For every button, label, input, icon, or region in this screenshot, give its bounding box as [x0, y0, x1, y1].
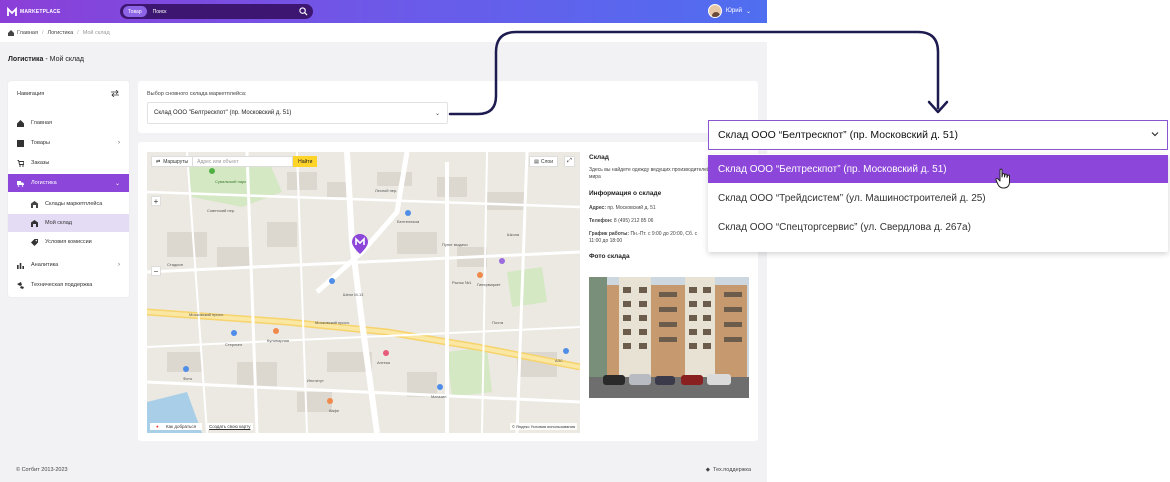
warehouse-dropdown[interactable]: Склад ООО “Белтрескпот” (пр. Московский … [708, 120, 1168, 150]
hand-cursor-icon [995, 168, 1010, 189]
warehouse-dropdown-value: Склад ООО “Белтрескпот” (пр. Московский … [718, 129, 959, 141]
dropdown-option[interactable]: Склад ООО “Белтрескпот” (пр. Московский … [708, 155, 1168, 183]
warehouse-dropdown-menu: Склад ООО “Белтрескпот” (пр. Московский … [708, 154, 1168, 252]
dropdown-option[interactable]: Склад ООО “Спецторгсервис” (ул. Свердлов… [708, 213, 1168, 241]
dropdown-option[interactable]: Склад ООО “Трейдсистем” (ул. Машинострои… [708, 184, 1168, 212]
chevron-down-icon [1151, 132, 1159, 137]
